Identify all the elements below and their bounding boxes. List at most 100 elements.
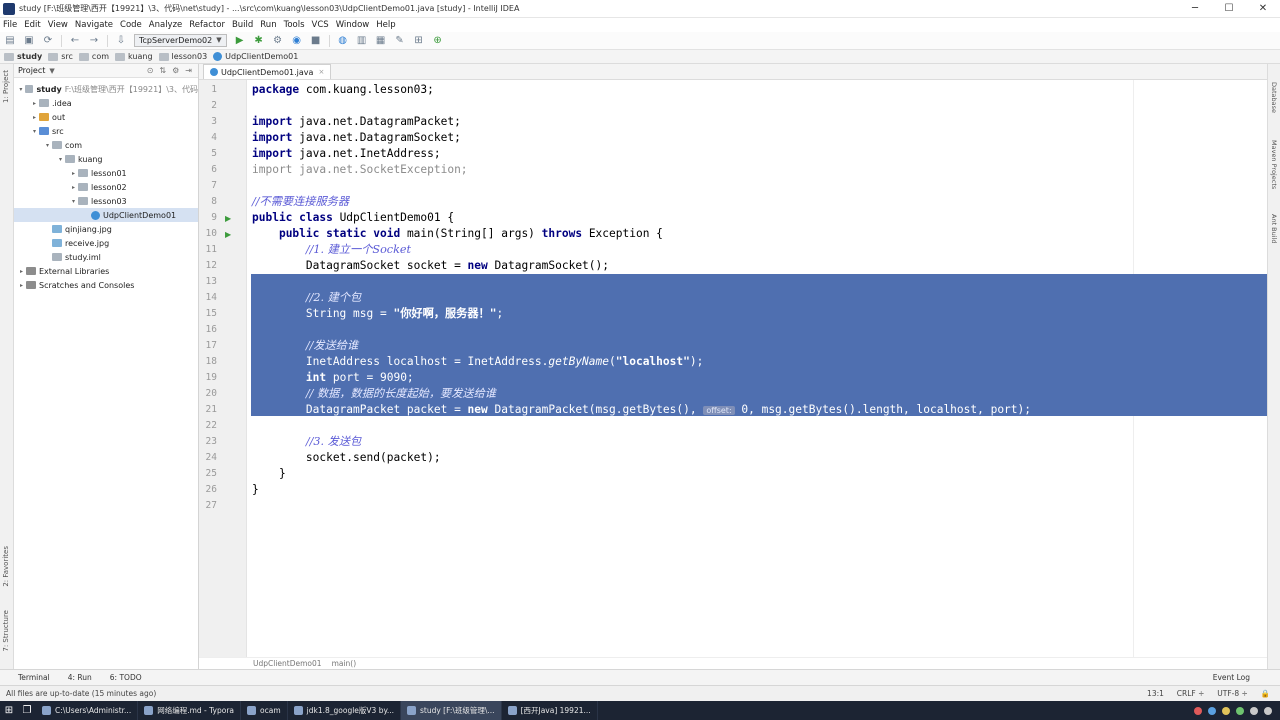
tree-item[interactable]: ▾ com <box>14 138 198 152</box>
forward-icon[interactable]: → <box>88 35 100 47</box>
minimize-button[interactable]: ─ <box>1178 3 1212 14</box>
collapse-icon[interactable]: ⇅ <box>159 66 166 75</box>
crumb-method[interactable]: main() <box>332 659 357 668</box>
tree-item[interactable]: ▸ External Libraries <box>14 264 198 278</box>
menu-refactor[interactable]: Refactor <box>189 20 225 30</box>
menu-edit[interactable]: Edit <box>24 20 40 30</box>
run-main-icon[interactable]: ▶ <box>225 230 231 239</box>
menu-code[interactable]: Code <box>120 20 142 30</box>
settings-icon[interactable]: ✎ <box>394 35 406 47</box>
tree-item[interactable]: receive.jpg <box>14 236 198 250</box>
close-icon[interactable]: × <box>318 68 324 76</box>
menu-analyze[interactable]: Analyze <box>149 20 183 30</box>
menu-build[interactable]: Build <box>232 20 253 30</box>
tree-item[interactable]: ▾ study F:\班级管理\西开【19921】\3、代码 <box>14 82 198 96</box>
nav-crumb-com[interactable]: com <box>78 52 109 61</box>
caret-position[interactable]: 13:1 <box>1147 689 1164 698</box>
terminal-tab[interactable]: Terminal <box>18 673 50 682</box>
code-text-area[interactable]: package com.kuang.lesson03; import java.… <box>247 80 1267 657</box>
nav-crumb-study[interactable]: study <box>4 52 42 61</box>
locate-icon[interactable]: ⊙ <box>147 66 154 75</box>
network-icon[interactable] <box>1264 706 1272 715</box>
maximize-button[interactable]: ☐ <box>1212 3 1246 14</box>
favorites-tool-tab[interactable]: 2: Favorites <box>2 546 10 587</box>
run-config-select[interactable]: TcpServerDemo02 ▼ <box>134 34 227 47</box>
close-button[interactable]: ✕ <box>1246 3 1280 14</box>
chevron-right-icon[interactable]: ▸ <box>17 268 26 275</box>
chevron-right-icon[interactable]: ▸ <box>69 170 78 177</box>
gear-icon[interactable]: ⚙ <box>172 66 179 75</box>
tree-item[interactable]: qinjiang.jpg <box>14 222 198 236</box>
project-view-select[interactable]: Project <box>18 66 45 75</box>
nav-crumb-src[interactable]: src <box>48 52 73 61</box>
tray-app-icon[interactable] <box>1222 706 1230 715</box>
tree-item[interactable]: ▸ Scratches and Consoles <box>14 278 198 292</box>
chevron-down-icon[interactable]: ▾ <box>69 198 78 205</box>
menu-navigate[interactable]: Navigate <box>75 20 113 30</box>
tray-app-icon[interactable] <box>1236 706 1244 715</box>
chevron-down-icon[interactable]: ▾ <box>30 128 39 135</box>
project-structure-icon[interactable]: ▥ <box>356 35 368 47</box>
chevron-right-icon[interactable]: ▸ <box>69 184 78 191</box>
task-view-icon[interactable]: ❐ <box>18 701 36 720</box>
save-icon[interactable]: ▣ <box>23 35 35 47</box>
stop-icon[interactable]: ■ <box>310 35 322 47</box>
crumb-class[interactable]: UdpClientDemo01 <box>253 659 322 668</box>
chevron-down-icon[interactable]: ▾ <box>17 86 25 93</box>
profile-icon[interactable]: ◉ <box>291 35 303 47</box>
tree-item[interactable]: ▾ kuang <box>14 152 198 166</box>
menu-help[interactable]: Help <box>376 20 395 30</box>
database-tool-tab[interactable]: Database <box>1270 82 1278 113</box>
chevron-down-icon[interactable]: ▾ <box>43 142 52 149</box>
todo-tab[interactable]: 6: TODO <box>110 673 142 682</box>
chevron-down-icon[interactable]: ▼ <box>49 67 54 75</box>
chevron-right-icon[interactable]: ▸ <box>30 100 39 107</box>
menu-file[interactable]: File <box>3 20 17 30</box>
lock-icon[interactable]: 🔒 <box>1261 689 1270 698</box>
sdk-icon[interactable]: ▦ <box>375 35 387 47</box>
search-everywhere-icon[interactable]: ⊕ <box>432 35 444 47</box>
structure-tool-tab[interactable]: 7: Structure <box>2 610 10 652</box>
tree-item[interactable]: ▾ lesson03 <box>14 194 198 208</box>
volume-icon[interactable] <box>1250 706 1258 715</box>
project-tool-tab[interactable]: 1: Project <box>2 70 10 103</box>
run-class-icon[interactable]: ▶ <box>225 214 231 223</box>
back-icon[interactable]: ← <box>69 35 81 47</box>
nav-crumb-kuang[interactable]: kuang <box>115 52 153 61</box>
line-separator[interactable]: CRLF ÷ <box>1177 689 1205 698</box>
update-icon[interactable]: ◍ <box>337 35 349 47</box>
tray-app-icon[interactable] <box>1194 706 1202 715</box>
menu-window[interactable]: Window <box>336 20 370 30</box>
ant-tool-tab[interactable]: Ant Build <box>1270 214 1278 244</box>
maven-tool-tab[interactable]: Maven Projects <box>1270 140 1278 189</box>
taskbar-explorer[interactable]: C:\Users\Administr... <box>36 701 139 720</box>
tree-item[interactable]: UdpClientDemo01 <box>14 208 198 222</box>
tray-app-icon[interactable] <box>1208 706 1216 715</box>
vcs-icon[interactable]: ⊞ <box>413 35 425 47</box>
taskbar-jdk[interactable]: jdk1.8_google版V3 by... <box>288 701 401 720</box>
menu-view[interactable]: View <box>48 20 68 30</box>
taskbar-intellij[interactable]: study [F:\班级管理\... <box>400 701 502 720</box>
tree-item[interactable]: ▸ .idea <box>14 96 198 110</box>
windows-start-icon[interactable]: ⊞ <box>0 701 18 720</box>
run-tab[interactable]: 4: Run <box>68 673 92 682</box>
open-folder-icon[interactable]: ▤ <box>4 35 16 47</box>
file-encoding[interactable]: UTF-8 ÷ <box>1217 689 1248 698</box>
build-icon[interactable]: ⇩ <box>115 35 127 47</box>
tree-item[interactable]: ▸ lesson02 <box>14 180 198 194</box>
tab-udpclientdemo01[interactable]: UdpClientDemo01.java × <box>203 64 332 79</box>
tree-item[interactable]: ▸ out <box>14 110 198 124</box>
run-icon[interactable]: ▶ <box>234 35 246 47</box>
tree-item[interactable]: ▸ lesson01 <box>14 166 198 180</box>
tree-item[interactable]: ▾ src <box>14 124 198 138</box>
taskbar-ocam[interactable]: ocam <box>241 701 288 720</box>
nav-crumb-file[interactable]: UdpClientDemo01 <box>213 52 298 61</box>
chevron-down-icon[interactable]: ▾ <box>56 156 65 163</box>
menu-run[interactable]: Run <box>260 20 276 30</box>
event-log-tab[interactable]: Event Log <box>1213 673 1250 682</box>
coverage-icon[interactable]: ⚙ <box>272 35 284 47</box>
menu-tools[interactable]: Tools <box>284 20 305 30</box>
tree-item[interactable]: study.iml <box>14 250 198 264</box>
debug-icon[interactable]: ✱ <box>253 35 265 47</box>
chevron-right-icon[interactable]: ▸ <box>30 114 39 121</box>
